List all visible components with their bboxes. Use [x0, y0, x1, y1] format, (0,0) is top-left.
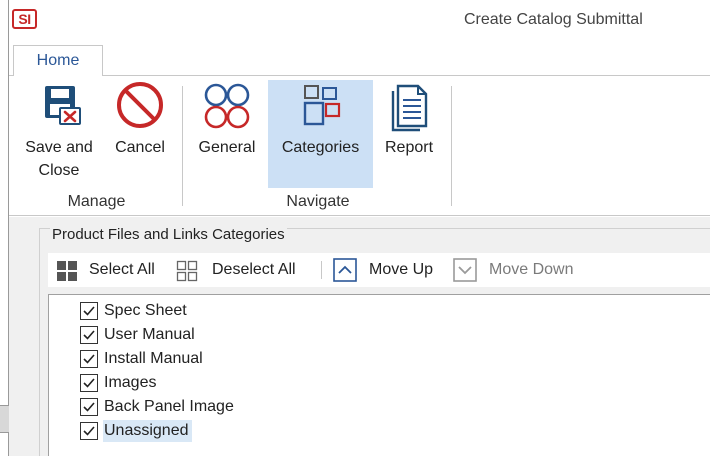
move-up-label: Move Up: [369, 261, 434, 278]
list-item-label: Install Manual: [104, 350, 203, 367]
general-icon: [204, 83, 250, 129]
ribbon-tabs: Home: [9, 42, 710, 77]
list-item-label: Spec Sheet: [104, 302, 187, 319]
check-icon: [83, 378, 95, 388]
report-button[interactable]: Report: [377, 80, 441, 188]
categories-button[interactable]: Categories: [268, 80, 373, 188]
deselect-all-icon: [176, 260, 198, 282]
move-up-button[interactable]: Move Up: [333, 253, 443, 287]
check-icon: [83, 426, 95, 436]
main-window: SI Create Catalog Submittal Home Save an…: [9, 0, 710, 456]
check-icon: [83, 330, 95, 340]
title-bar: SI Create Catalog Submittal: [9, 0, 710, 42]
move-down-label: Move Down: [489, 261, 574, 278]
group-label-manage: Manage: [67, 193, 126, 210]
categories-icon: [303, 85, 340, 126]
deselect-all-label: Deselect All: [212, 261, 296, 278]
select-all-icon: [57, 261, 77, 281]
groupbox-title: Product Files and Links Categories: [50, 226, 287, 243]
cancel-button[interactable]: Cancel: [106, 80, 174, 188]
general-label: General: [198, 139, 256, 156]
cancel-icon: [117, 82, 163, 128]
save-close-label-line1: Save and: [25, 139, 93, 156]
group-separator: [182, 86, 183, 206]
move-down-icon: [453, 258, 477, 282]
group-separator: [451, 86, 452, 206]
save-and-close-button[interactable]: Save and Close: [19, 80, 99, 188]
checkbox[interactable]: [80, 374, 98, 392]
window-frame-edge: [0, 0, 9, 456]
checkbox[interactable]: [80, 302, 98, 320]
check-icon: [83, 306, 95, 316]
checkbox[interactable]: [80, 398, 98, 416]
deselect-all-button[interactable]: Deselect All: [176, 253, 311, 287]
checkbox[interactable]: [80, 350, 98, 368]
move-up-icon: [333, 258, 357, 282]
check-icon: [83, 354, 95, 364]
checkbox[interactable]: [80, 326, 98, 344]
list-item-label: User Manual: [104, 326, 195, 343]
list-item-label: Unassigned: [103, 420, 192, 442]
select-all-button[interactable]: Select All: [56, 253, 164, 287]
save-close-icon: [45, 86, 81, 125]
categories-list[interactable]: Spec Sheet User Manual Install Manual Im…: [48, 294, 710, 456]
cancel-label: Cancel: [115, 139, 165, 156]
list-item-label: Images: [104, 374, 157, 391]
frame-notch: [0, 405, 9, 433]
ribbon: Save and Close Cancel Manage General Cat…: [9, 76, 710, 216]
move-down-button[interactable]: Move Down: [453, 253, 588, 287]
app-logo-icon: SI: [12, 9, 37, 29]
categories-label: Categories: [281, 139, 360, 156]
group-label-navigate: Navigate: [286, 193, 350, 210]
list-item-label: Back Panel Image: [104, 398, 234, 415]
select-all-label: Select All: [89, 261, 155, 278]
checkbox[interactable]: [80, 422, 98, 440]
list-toolbar: Select All Deselect All Move Up Move Dow…: [48, 253, 710, 287]
tab-home[interactable]: Home: [13, 45, 103, 77]
window-title: Create Catalog Submittal: [464, 11, 643, 28]
check-icon: [83, 402, 95, 412]
toolbar-separator: [321, 261, 322, 279]
report-label: Report: [384, 139, 434, 156]
report-icon: [391, 84, 428, 132]
save-close-label-line2: Close: [38, 162, 80, 179]
general-button[interactable]: General: [192, 80, 262, 188]
content-area: Product Files and Links Categories Selec…: [9, 217, 710, 456]
